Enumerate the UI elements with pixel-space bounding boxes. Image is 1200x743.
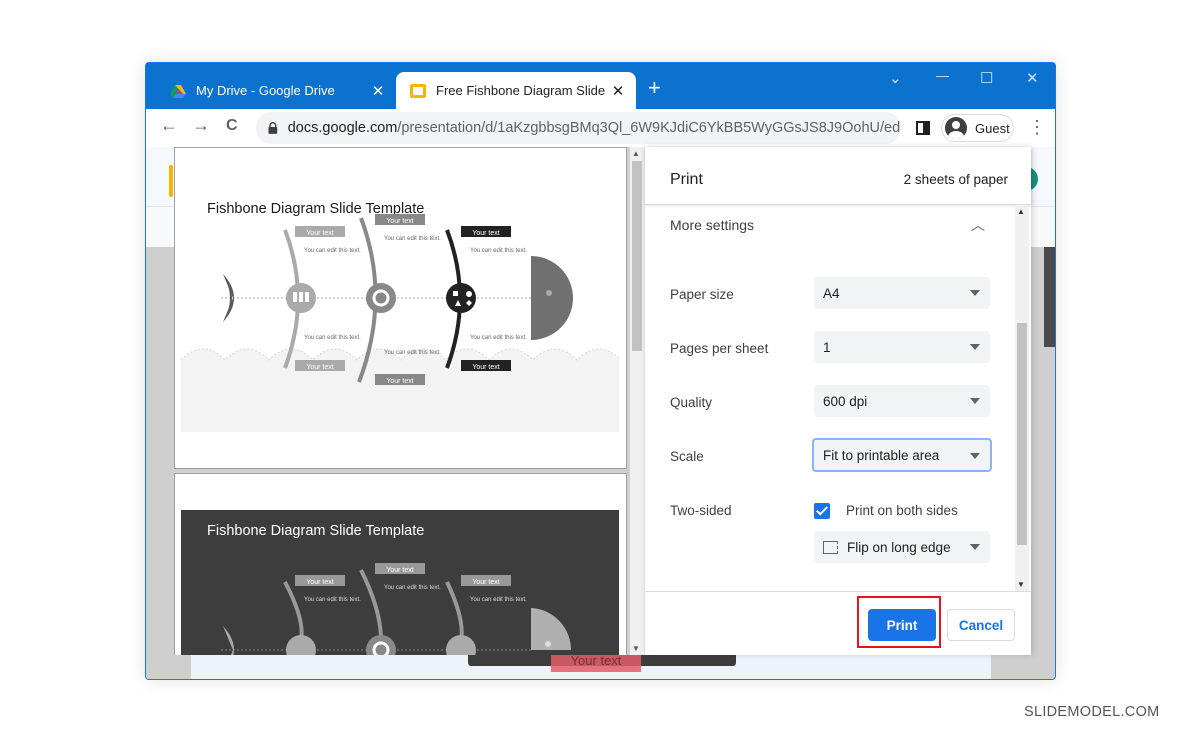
tab-search-icon[interactable]: ⌄ <box>889 69 902 87</box>
label-your-text: Your text <box>386 378 413 385</box>
caret-down-icon <box>970 290 980 296</box>
body-text: You can edit this text. <box>384 236 441 242</box>
body-text: You can edit this text. <box>304 248 361 254</box>
print-title: Print <box>670 171 703 188</box>
preview-scrollbar[interactable]: ▲ ▼ <box>630 147 644 655</box>
caret-down-icon <box>970 344 980 350</box>
fishbone-diagram: Your text Your text Your text Your text … <box>181 214 619 432</box>
tab-strip: My Drive - Google Drive ✕ Free Fishbone … <box>146 63 1055 109</box>
scrollbar-thumb[interactable] <box>1017 323 1027 545</box>
body-text: You can edit this text. <box>470 248 527 254</box>
scroll-down-icon[interactable]: ▼ <box>632 644 640 653</box>
pages-per-sheet-select[interactable]: 1 <box>814 331 990 363</box>
reload-icon[interactable]: C <box>226 117 238 135</box>
browser-toolbar: ← → C docs.google.com /presentation/d/1a… <box>146 109 1055 147</box>
url-host: docs.google.com <box>287 120 398 136</box>
label-your-text: Your text <box>386 567 413 574</box>
label-your-text: Your text <box>306 364 333 371</box>
profile-button[interactable]: Guest <box>941 114 1014 142</box>
close-tab-icon[interactable]: ✕ <box>368 82 388 100</box>
quality-label: Quality <box>670 395 713 410</box>
menu-icon[interactable]: ⋮ <box>1028 117 1046 137</box>
scale-select[interactable]: Fit to printable area <box>812 438 992 472</box>
google-slides-icon <box>410 83 426 98</box>
preview-slide: Fishbone Diagram Slide Template Your tex… <box>181 510 619 655</box>
paper-size-value: A4 <box>823 285 840 301</box>
print-footer: Print Cancel <box>645 591 1031 655</box>
slides-logo-mark <box>169 165 173 197</box>
close-tab-icon[interactable]: ✕ <box>608 82 628 100</box>
label-your-text: Your text <box>306 230 333 237</box>
more-settings-label[interactable]: More settings <box>670 217 754 233</box>
google-drive-icon <box>170 84 186 98</box>
scale-value: Fit to printable area <box>823 447 940 463</box>
label-your-text: Your text <box>472 579 499 586</box>
print-both-sides-checkbox[interactable] <box>814 503 830 519</box>
new-tab-button[interactable]: + <box>648 76 661 100</box>
scroll-up-icon[interactable]: ▲ <box>632 149 640 158</box>
preview-sheet: Fishbone Diagram Slide Template Your tex… <box>174 147 627 469</box>
tab-title: Free Fishbone Diagram Slide Tem <box>436 83 608 98</box>
sheets-count: 2 sheets of paper <box>903 172 1008 187</box>
body-text: You can edit this text. <box>304 597 361 603</box>
body-text: You can edit this text. <box>384 585 441 591</box>
two-sided-label: Two-sided <box>670 503 732 518</box>
close-window-icon[interactable]: ✕ <box>1026 69 1039 87</box>
print-settings-panel: Print 2 sheets of paper More settings ︿ … <box>644 147 1031 655</box>
tab-title: My Drive - Google Drive <box>196 83 335 98</box>
pages-per-sheet-value: 1 <box>823 339 831 355</box>
avatar-icon <box>945 117 967 139</box>
print-header: Print 2 sheets of paper <box>645 147 1031 205</box>
side-panel-icon[interactable] <box>916 121 930 135</box>
address-bar[interactable]: docs.google.com /presentation/d/1aKzgbbs… <box>256 112 901 144</box>
url-path: /presentation/d/1aKzgbbsgBMq3Ql_6W9KJdiC… <box>397 120 901 136</box>
scroll-down-icon[interactable]: ▼ <box>1017 580 1025 589</box>
label-your-text: Your text <box>306 579 333 586</box>
paper-size-select[interactable]: A4 <box>814 277 990 309</box>
label-your-text: Your text <box>472 230 499 237</box>
label-your-text: Your text <box>386 218 413 225</box>
cancel-button[interactable]: Cancel <box>947 609 1015 641</box>
scroll-up-icon[interactable]: ▲ <box>1017 207 1025 216</box>
paper-size-label: Paper size <box>670 287 734 302</box>
body-text: You can edit this text. <box>384 350 441 356</box>
caret-down-icon <box>970 453 980 459</box>
maximize-icon[interactable]: ☐ <box>980 69 993 87</box>
quality-select[interactable]: 600 dpi <box>814 385 990 417</box>
fishbone-diagram: Your text Your text Your text You can ed… <box>221 563 571 655</box>
print-preview-pane[interactable]: Fishbone Diagram Slide Template Your tex… <box>174 147 644 655</box>
forward-icon[interactable]: → <box>192 115 210 136</box>
label-your-text: Your text <box>472 364 499 371</box>
tab-google-drive[interactable]: My Drive - Google Drive ✕ <box>156 72 396 109</box>
back-icon[interactable]: ← <box>160 115 178 136</box>
preview-slide: Fishbone Diagram Slide Template Your tex… <box>181 178 619 432</box>
caret-down-icon <box>970 544 980 550</box>
highlight-annotation-box <box>857 596 941 648</box>
body-text: You can edit this text. <box>470 335 527 341</box>
tab-fishbone-slides[interactable]: Free Fishbone Diagram Slide Tem ✕ <box>396 72 636 109</box>
flip-long-edge-icon <box>823 540 838 554</box>
watermark: SLIDEMODEL.COM <box>1024 704 1160 720</box>
minimize-icon[interactable]: — <box>936 68 949 83</box>
profile-label: Guest <box>975 120 1010 136</box>
caret-down-icon <box>970 398 980 404</box>
chevron-up-icon[interactable]: ︿ <box>971 215 985 235</box>
print-both-sides-label[interactable]: Print on both sides <box>846 503 958 518</box>
background-scrollbar-thumb <box>1044 247 1055 347</box>
settings-scrollbar[interactable]: ▲ ▼ <box>1015 205 1029 591</box>
pages-per-sheet-label: Pages per sheet <box>670 341 769 356</box>
flip-edge-value: Flip on long edge <box>847 539 951 555</box>
body-text: You can edit this text. <box>304 335 361 341</box>
body-text: You can edit this text. <box>470 597 527 603</box>
preview-sheet: Fishbone Diagram Slide Template Your tex… <box>174 473 627 655</box>
quality-value: 600 dpi <box>823 393 868 409</box>
background-highlight-text: Your text <box>551 652 641 672</box>
scrollbar-thumb[interactable] <box>632 161 642 351</box>
scale-label: Scale <box>670 449 704 464</box>
browser-window: My Drive - Google Drive ✕ Free Fishbone … <box>145 62 1056 680</box>
lock-icon <box>268 122 278 134</box>
flip-edge-select[interactable]: Flip on long edge <box>814 531 990 563</box>
